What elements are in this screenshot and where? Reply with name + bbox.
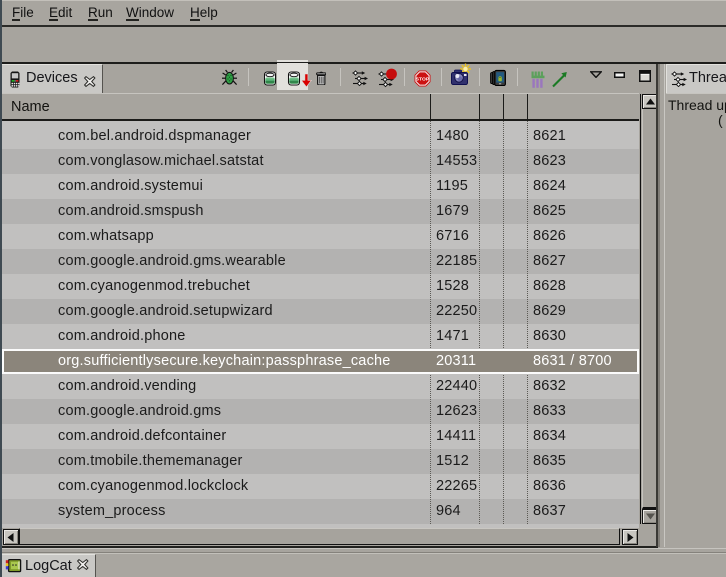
svg-text:STOP: STOP: [416, 76, 430, 82]
